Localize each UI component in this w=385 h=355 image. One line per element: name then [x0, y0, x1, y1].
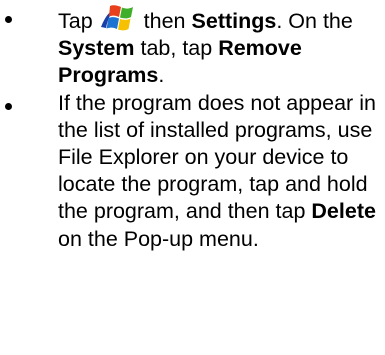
step-text: then	[143, 9, 186, 33]
step-text: tab, tap	[140, 36, 213, 61]
step-text: on the Pop-up menu.	[58, 226, 259, 251]
list-item-remove-programs: Tap then Settings. On the System tab, ta…	[0, 0, 385, 90]
settings-label: Settings	[191, 9, 277, 33]
instructions-list: Tap then Settings. On the System tab, ta…	[0, 0, 385, 253]
delete-label: Delete	[311, 199, 376, 224]
step-text: .	[158, 63, 165, 88]
bullet-icon	[5, 102, 12, 110]
step-text: . On the	[276, 9, 353, 33]
step-text: Tap	[58, 9, 93, 33]
windows-start-icon	[100, 5, 133, 31]
help-document: Tap then Settings. On the System tab, ta…	[0, 0, 385, 355]
list-item-file-explorer: If the program does not appear in the li…	[0, 90, 385, 253]
system-tab-label: System	[58, 36, 135, 61]
bullet-icon	[5, 16, 12, 23]
